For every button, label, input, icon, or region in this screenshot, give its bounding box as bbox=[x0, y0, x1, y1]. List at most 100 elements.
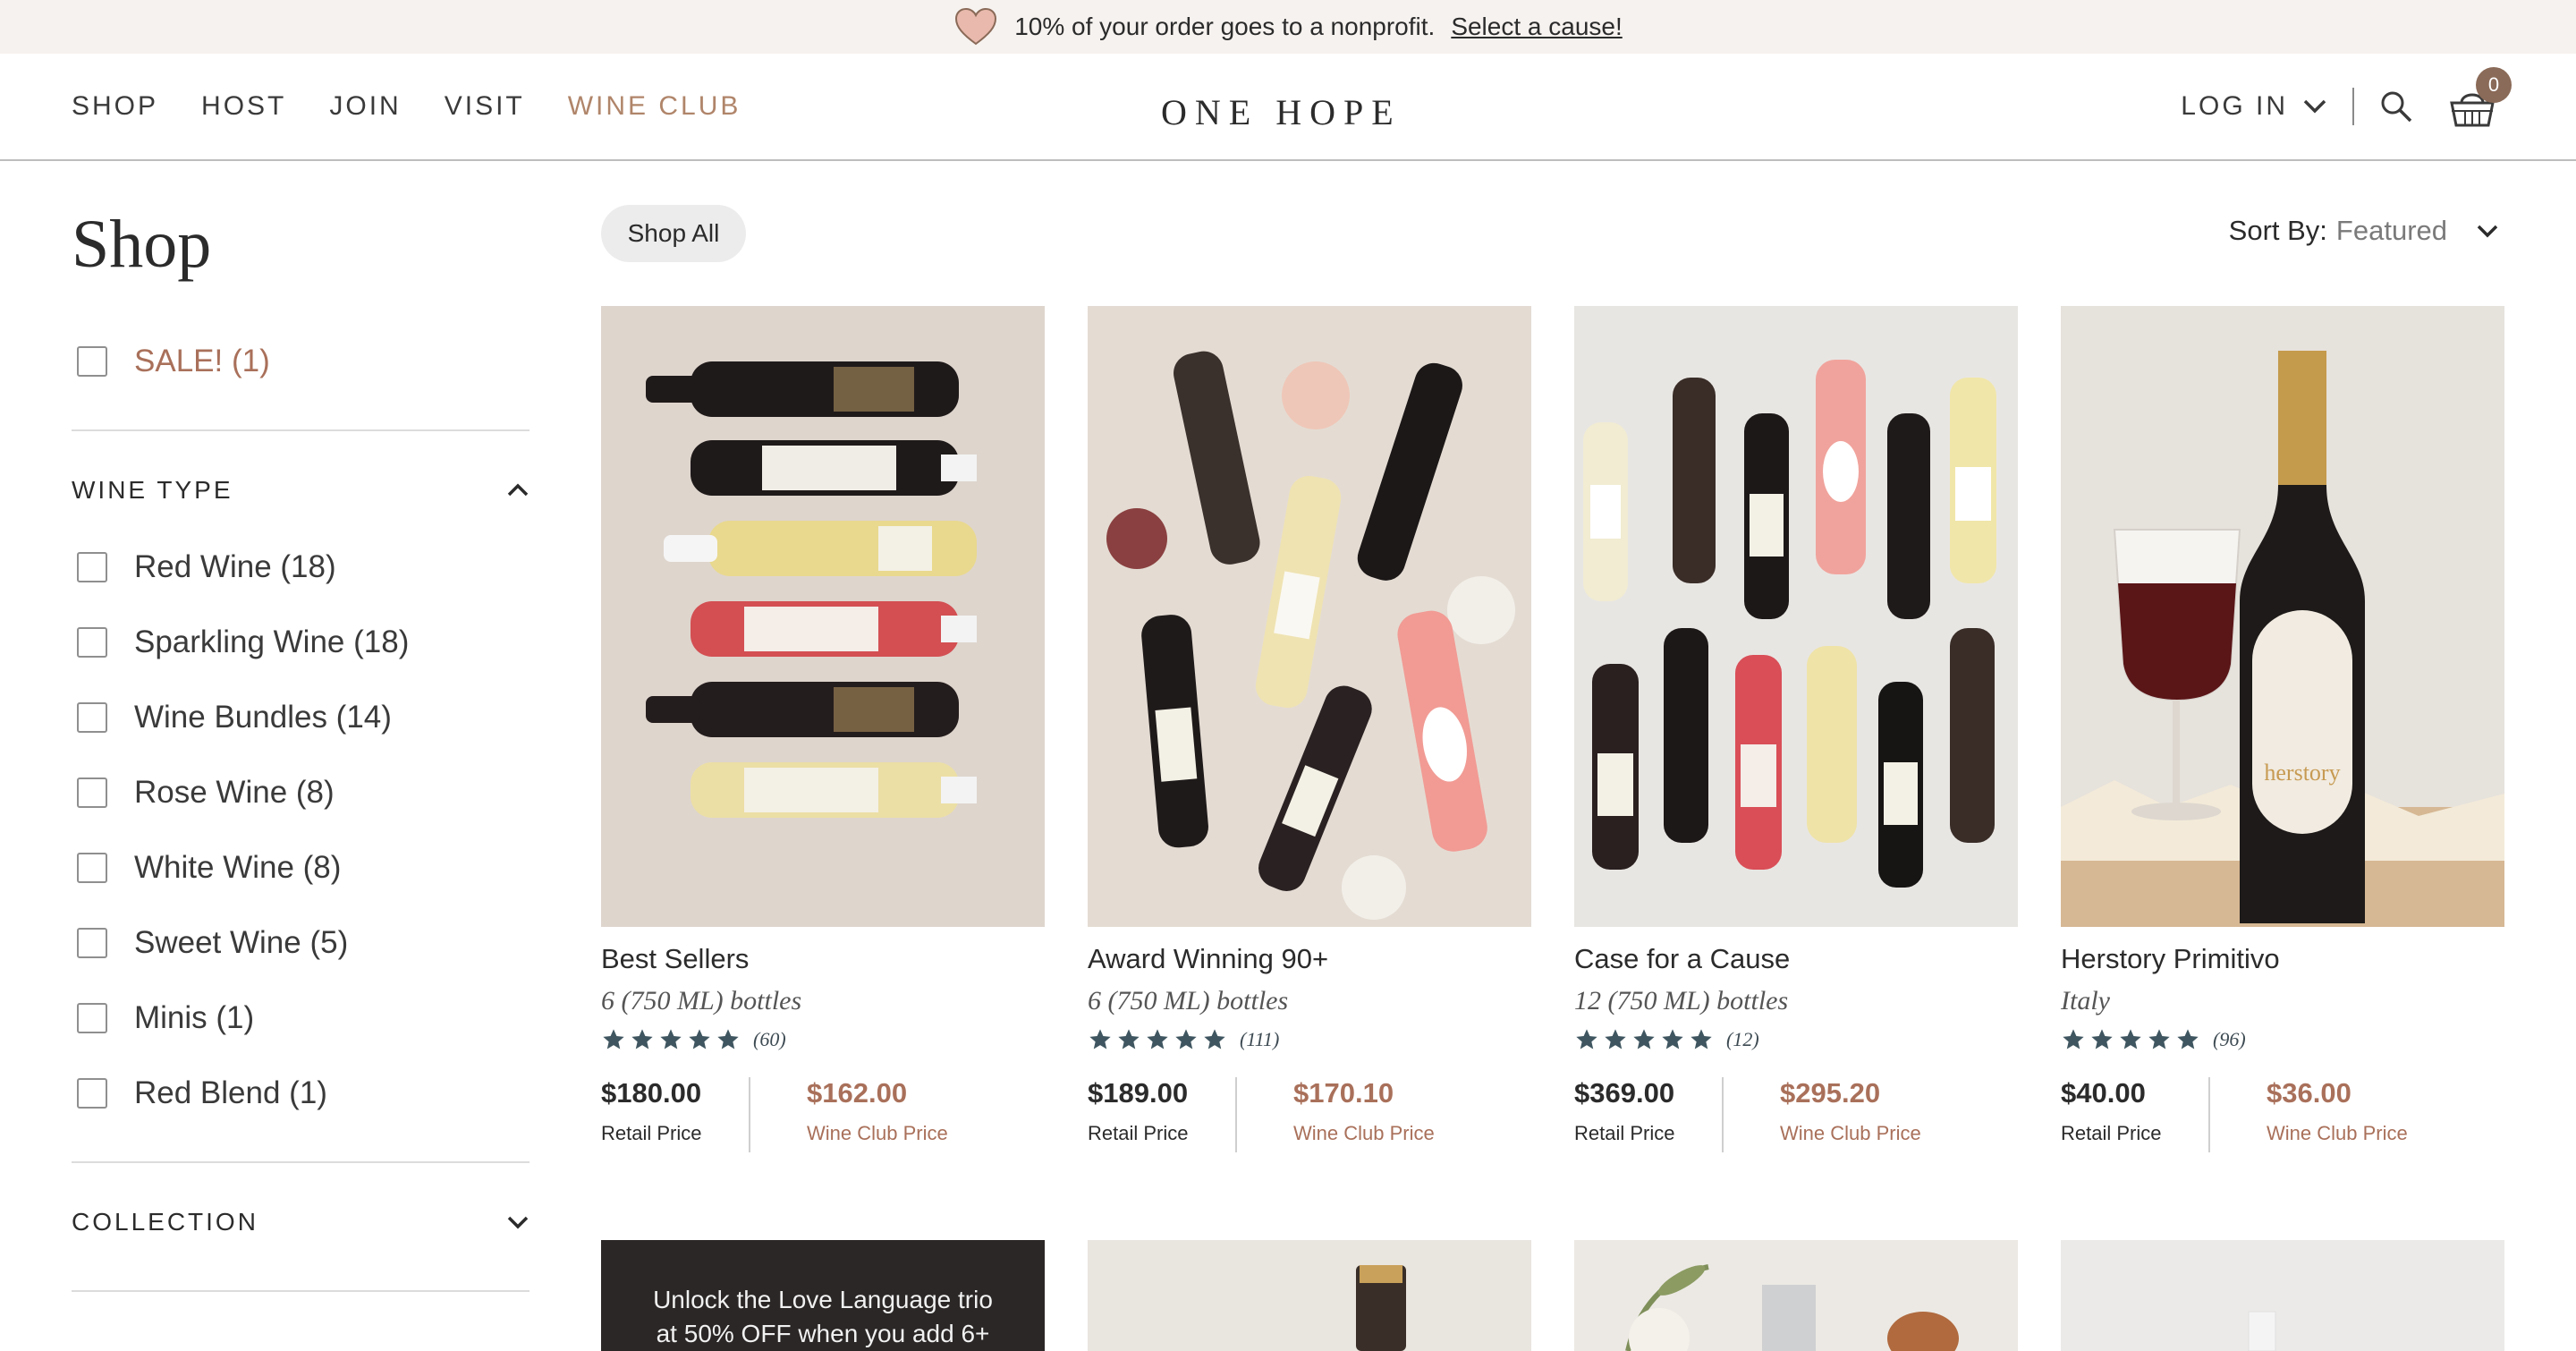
price-divider bbox=[2208, 1077, 2210, 1152]
star-icon bbox=[1690, 1029, 1712, 1049]
review-count: (12) bbox=[1726, 1028, 1759, 1050]
header-actions: LOG IN 0 bbox=[2181, 54, 2512, 159]
cart-button[interactable]: 0 bbox=[2449, 67, 2512, 128]
product-name[interactable]: Herstory Primitivo bbox=[2061, 943, 2280, 975]
checkbox[interactable] bbox=[77, 777, 107, 808]
filter-rose-wine[interactable]: Rose Wine (8) bbox=[77, 775, 335, 811]
star-icon bbox=[1605, 1029, 1626, 1049]
product-image[interactable] bbox=[601, 306, 1045, 927]
filter-sale[interactable]: SALE! (1) bbox=[77, 344, 270, 379]
product-name[interactable]: Case for a Cause bbox=[1574, 943, 1790, 975]
product-image[interactable] bbox=[2061, 1240, 2504, 1351]
chevron-down-icon bbox=[2477, 225, 2498, 238]
site-header: SHOP HOST JOIN VISIT WINE CLUB ONE HOPE … bbox=[0, 54, 2576, 161]
checkbox[interactable] bbox=[77, 702, 107, 733]
star-icon bbox=[1662, 1029, 1683, 1049]
divider bbox=[72, 429, 530, 431]
club-price: $162.00 bbox=[807, 1077, 908, 1109]
checkbox[interactable] bbox=[77, 1078, 107, 1109]
filter-sale-label: SALE! (1) bbox=[134, 344, 270, 378]
login-dropdown[interactable]: LOG IN bbox=[2181, 91, 2327, 122]
star-icon bbox=[2063, 1029, 2084, 1049]
star-icon bbox=[1175, 1029, 1197, 1049]
checkbox[interactable] bbox=[77, 853, 107, 883]
nav-join[interactable]: JOIN bbox=[329, 91, 401, 122]
filter-sparkling-wine[interactable]: Sparkling Wine (18) bbox=[77, 625, 409, 660]
login-label: LOG IN bbox=[2181, 91, 2288, 121]
filter-sweet-wine[interactable]: Sweet Wine (5) bbox=[77, 925, 348, 961]
sort-label: Sort By: bbox=[2228, 215, 2327, 246]
retail-price: $40.00 bbox=[2061, 1077, 2146, 1109]
filter-red-wine[interactable]: Red Wine (18) bbox=[77, 549, 336, 585]
star-icon bbox=[689, 1029, 710, 1049]
sort-dropdown[interactable]: Sort By: Featured bbox=[2229, 215, 2499, 247]
price-divider bbox=[749, 1077, 750, 1152]
collection-toggle[interactable]: COLLECTION bbox=[72, 1208, 530, 1236]
product-image[interactable] bbox=[1088, 306, 1531, 927]
promo-card[interactable]: Unlock the Love Language trio at 50% OFF… bbox=[601, 1240, 1045, 1351]
divider bbox=[72, 1161, 530, 1163]
checkbox[interactable] bbox=[77, 346, 107, 377]
star-rating[interactable]: (96) bbox=[2061, 1027, 2246, 1052]
chevron-down-icon bbox=[2303, 99, 2326, 114]
select-cause-link[interactable]: Select a cause! bbox=[1451, 13, 1622, 41]
star-icon bbox=[1204, 1029, 1225, 1049]
announcement-bar: 10% of your order goes to a nonprofit. S… bbox=[0, 0, 2576, 54]
product-image[interactable]: herstory bbox=[2061, 306, 2504, 927]
promo-text: Unlock the Love Language trio at 50% OFF… bbox=[601, 1283, 1045, 1351]
price-block: $40.00 Retail Price $36.00 Wine Club Pri… bbox=[2061, 1077, 2504, 1158]
checkbox[interactable] bbox=[77, 552, 107, 582]
price-divider bbox=[1235, 1077, 1237, 1152]
checkbox[interactable] bbox=[77, 928, 107, 958]
filter-label: White Wine (8) bbox=[134, 850, 342, 885]
collection-heading: COLLECTION bbox=[72, 1208, 258, 1236]
filter-label: Red Wine (18) bbox=[134, 549, 336, 584]
filter-minis[interactable]: Minis (1) bbox=[77, 1000, 254, 1036]
wine-type-heading: WINE TYPE bbox=[72, 476, 233, 504]
star-icon bbox=[1147, 1029, 1168, 1049]
star-icon bbox=[2120, 1029, 2141, 1049]
retail-price: $369.00 bbox=[1574, 1077, 1675, 1109]
star-rating[interactable]: (60) bbox=[601, 1027, 786, 1052]
filter-white-wine[interactable]: White Wine (8) bbox=[77, 850, 341, 886]
nav-wine-club[interactable]: WINE CLUB bbox=[568, 91, 741, 122]
cart-count-badge: 0 bbox=[2476, 67, 2512, 103]
product-name[interactable]: Award Winning 90+ bbox=[1088, 943, 1328, 975]
product-image[interactable] bbox=[1574, 1240, 2018, 1351]
product-name[interactable]: Best Sellers bbox=[601, 943, 749, 975]
checkbox[interactable] bbox=[77, 1003, 107, 1033]
product-image[interactable] bbox=[1088, 1240, 1531, 1351]
retail-price-label: Retail Price bbox=[601, 1122, 702, 1144]
nav-host[interactable]: HOST bbox=[201, 91, 286, 122]
chevron-up-icon bbox=[507, 483, 529, 497]
club-price: $170.10 bbox=[1293, 1077, 1394, 1109]
sort-value: Featured bbox=[2335, 215, 2447, 246]
filter-label: Red Blend (1) bbox=[134, 1075, 327, 1110]
star-rating[interactable]: (12) bbox=[1574, 1027, 1759, 1052]
star-icon bbox=[717, 1029, 739, 1049]
filter-label: Rose Wine (8) bbox=[134, 775, 335, 810]
product-subtitle: 6 (750 ML) bottles bbox=[601, 986, 802, 1015]
price-divider bbox=[1722, 1077, 1724, 1152]
price-block: $180.00 Retail Price $162.00 Wine Club P… bbox=[601, 1077, 1045, 1158]
retail-price-label: Retail Price bbox=[2061, 1122, 2162, 1144]
site-logo[interactable]: ONE HOPE bbox=[1161, 91, 1402, 133]
filter-label: Sweet Wine (5) bbox=[134, 925, 349, 960]
nav-shop[interactable]: SHOP bbox=[72, 91, 158, 122]
star-rating[interactable]: (111) bbox=[1088, 1027, 1279, 1052]
wine-type-toggle[interactable]: WINE TYPE bbox=[72, 476, 530, 505]
heart-icon bbox=[955, 7, 997, 46]
nav-visit[interactable]: VISIT bbox=[445, 91, 525, 122]
search-icon[interactable] bbox=[2379, 89, 2413, 123]
product-subtitle: 12 (750 ML) bottles bbox=[1574, 986, 1789, 1015]
filter-label: Wine Bundles (14) bbox=[134, 700, 392, 735]
checkbox[interactable] bbox=[77, 627, 107, 658]
filter-label: Sparkling Wine (18) bbox=[134, 625, 410, 659]
filter-red-blend[interactable]: Red Blend (1) bbox=[77, 1075, 327, 1111]
shop-all-chip[interactable]: Shop All bbox=[601, 205, 746, 262]
product-image[interactable] bbox=[1574, 306, 2018, 927]
star-icon bbox=[1089, 1029, 1111, 1049]
filter-wine-bundles[interactable]: Wine Bundles (14) bbox=[77, 700, 392, 735]
review-count: (96) bbox=[2213, 1028, 2246, 1050]
club-price: $36.00 bbox=[2267, 1077, 2351, 1109]
